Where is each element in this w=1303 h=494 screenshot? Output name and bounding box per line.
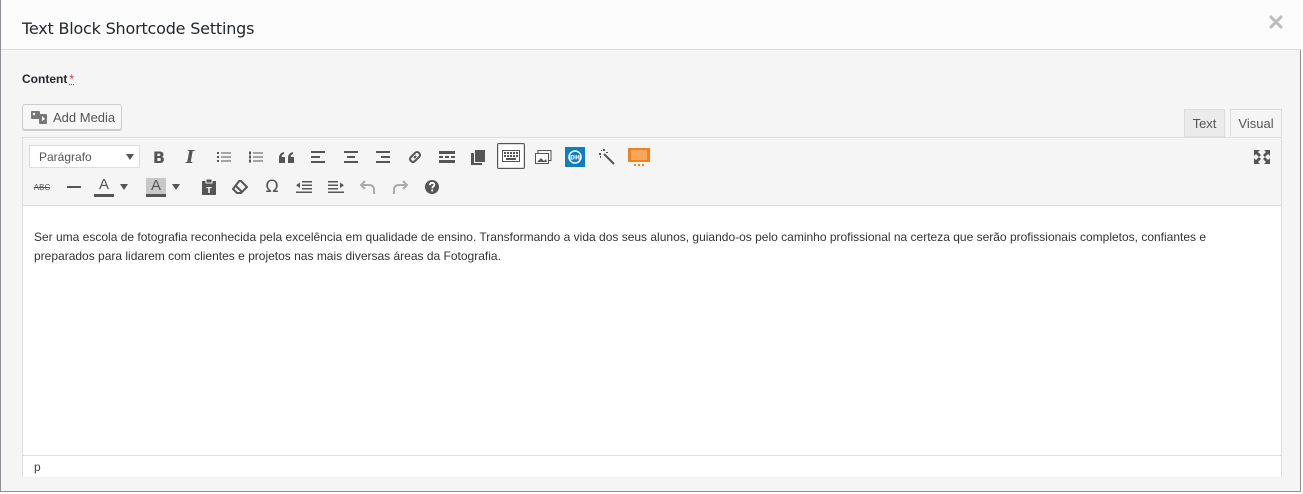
close-icon[interactable] bbox=[1267, 14, 1285, 32]
plugin-badge-icon[interactable]: DH bbox=[562, 144, 588, 170]
clear-formatting-icon[interactable] bbox=[227, 174, 253, 200]
redo-icon[interactable] bbox=[387, 174, 413, 200]
outdent-icon[interactable] bbox=[291, 174, 317, 200]
svg-text:T: T bbox=[206, 186, 212, 195]
editor-toolbar: Parágrafo B I DH ABC A A T Ω bbox=[23, 138, 1281, 206]
rich-text-editor: Parágrafo B I DH ABC A A T Ω Ser uma esc… bbox=[22, 137, 1282, 477]
indent-icon[interactable] bbox=[323, 174, 349, 200]
gallery-icon[interactable] bbox=[530, 144, 556, 170]
text-color-glyph: A bbox=[98, 175, 109, 193]
media-icon bbox=[31, 110, 47, 124]
fullscreen-icon[interactable] bbox=[1249, 144, 1275, 170]
tab-visual[interactable]: Visual bbox=[1230, 109, 1282, 137]
chevron-down-icon bbox=[126, 154, 134, 160]
magic-wand-icon[interactable] bbox=[594, 144, 620, 170]
special-character-icon[interactable]: Ω bbox=[259, 174, 285, 200]
bg-color-swatch bbox=[146, 193, 166, 197]
align-center-icon[interactable] bbox=[338, 144, 364, 170]
format-select-value: Parágrafo bbox=[39, 150, 92, 164]
shortcode-settings-dialog: Text Block Shortcode Settings Content * A… bbox=[0, 0, 1301, 492]
element-path[interactable]: p bbox=[34, 460, 41, 474]
bullet-list-icon[interactable] bbox=[211, 144, 237, 170]
blockquote-icon[interactable] bbox=[274, 144, 300, 170]
svg-text:DH: DH bbox=[570, 155, 580, 162]
dialog-header: Text Block Shortcode Settings bbox=[1, 0, 1301, 50]
add-media-label: Add Media bbox=[53, 110, 116, 125]
slider-icon[interactable] bbox=[626, 144, 652, 170]
format-select[interactable]: Parágrafo bbox=[29, 145, 140, 168]
numbered-list-icon[interactable] bbox=[243, 144, 269, 170]
italic-icon[interactable]: I bbox=[177, 144, 203, 170]
required-mark: * bbox=[69, 72, 74, 86]
help-icon[interactable] bbox=[419, 174, 445, 200]
toolbar-toggle-icon[interactable] bbox=[497, 143, 525, 169]
bg-color-glyph: A bbox=[146, 177, 166, 194]
horizontal-line-icon[interactable] bbox=[61, 174, 87, 200]
text-color-icon[interactable]: A bbox=[93, 174, 115, 200]
paste-text-icon[interactable]: T bbox=[196, 174, 222, 200]
content-field-label: Content * bbox=[22, 72, 74, 86]
undo-icon[interactable] bbox=[355, 174, 381, 200]
text-color-dropdown-icon[interactable] bbox=[117, 174, 131, 200]
background-color-icon[interactable]: A bbox=[145, 174, 167, 200]
link-icon[interactable] bbox=[402, 144, 428, 170]
editor-content[interactable]: Ser uma escola de fotografia reconhecida… bbox=[34, 228, 1254, 266]
dialog-title: Text Block Shortcode Settings bbox=[22, 19, 255, 38]
tab-text[interactable]: Text bbox=[1184, 109, 1225, 137]
bg-color-dropdown-icon[interactable] bbox=[169, 174, 183, 200]
align-right-icon[interactable] bbox=[370, 144, 396, 170]
read-more-icon[interactable] bbox=[434, 144, 460, 170]
copy-icon[interactable] bbox=[465, 144, 491, 170]
align-left-icon[interactable] bbox=[305, 144, 331, 170]
bold-icon[interactable]: B bbox=[146, 144, 172, 170]
content-label-text: Content bbox=[22, 72, 68, 86]
strikethrough-icon[interactable]: ABC bbox=[29, 174, 55, 200]
editor-status-bar: p bbox=[23, 455, 1281, 477]
add-media-button[interactable]: Add Media bbox=[22, 104, 122, 130]
text-color-swatch bbox=[94, 193, 114, 197]
